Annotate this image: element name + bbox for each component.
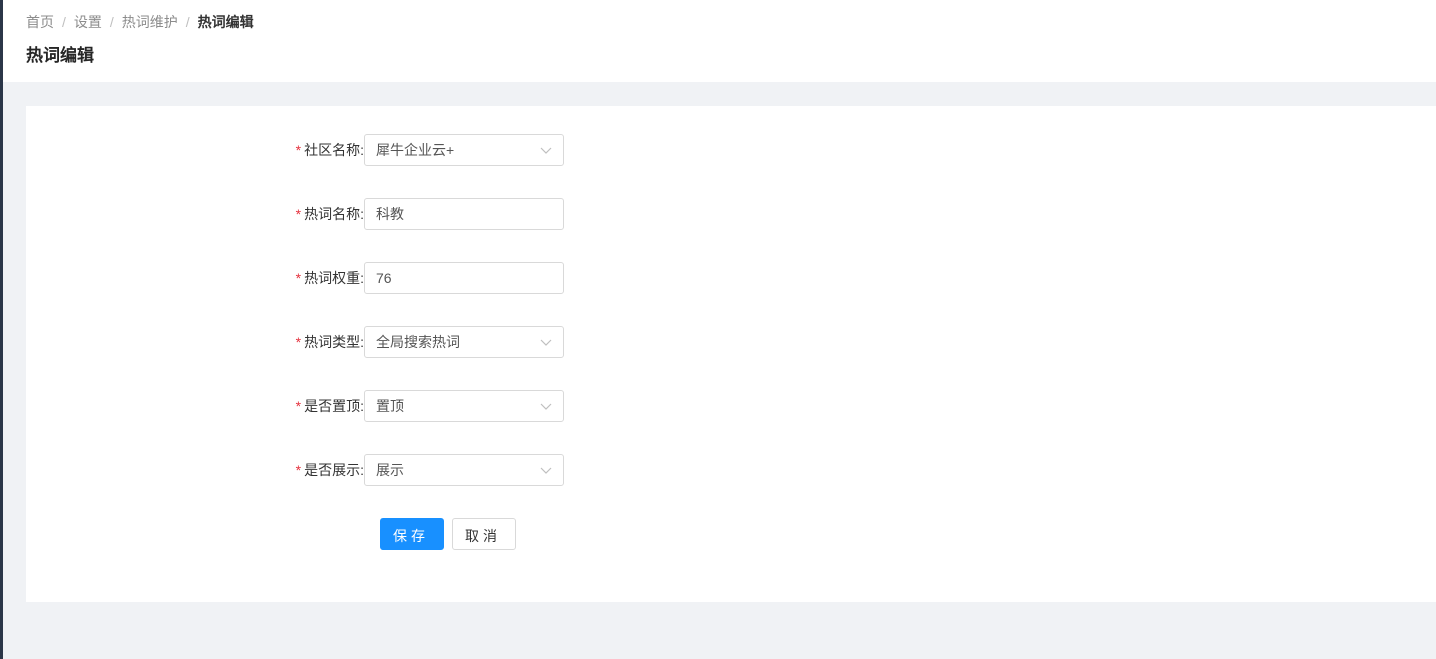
hotword-type-select-value: 全局搜索热词 (376, 334, 460, 350)
page-title: 热词编辑 (26, 46, 94, 65)
hotword-name-field-wrapper (364, 198, 564, 230)
breadcrumb-separator: / (185, 14, 190, 30)
chevron-down-icon (540, 147, 552, 154)
form-row-pinned: * 是否置顶: 置顶 (26, 390, 626, 422)
form-row-hotword-type: * 热词类型: 全局搜索热词 (26, 326, 626, 358)
breadcrumb-current: 热词编辑 (197, 14, 254, 30)
save-button[interactable]: 保存 (380, 518, 444, 550)
form-card: *社区名称: 犀牛企业云+ *热词名称: *热词权重: *热词类型: 全局搜索热… (26, 106, 1436, 602)
page-header: 首页 / 设置 / 热词维护 / 热词编辑 热词编辑 (3, 0, 1436, 82)
breadcrumb-settings[interactable]: 设置 (74, 14, 102, 30)
breadcrumb: 首页 / 设置 / 热词维护 / 热词编辑 (26, 12, 254, 32)
displayed-select[interactable]: 展示 (364, 454, 564, 486)
form-row-community: * 社区名称: 犀牛企业云+ (26, 134, 626, 166)
required-mark: * (295, 142, 302, 158)
breadcrumb-separator: / (109, 14, 114, 30)
hotword-type-select[interactable]: 全局搜索热词 (364, 326, 564, 358)
hotword-weight-field-wrapper (364, 262, 564, 294)
hotword-weight-label: * 热词权重: (295, 270, 364, 286)
hotword-weight-input[interactable] (365, 263, 563, 293)
left-sidebar-edge (0, 0, 3, 659)
pinned-select-value: 置顶 (376, 398, 404, 414)
required-mark: * (295, 206, 302, 222)
cancel-button[interactable]: 取消 (452, 518, 516, 550)
required-mark: * (295, 334, 302, 350)
chevron-down-icon (540, 403, 552, 410)
displayed-label: * 是否展示: (295, 462, 364, 478)
form-row-hotword-weight: * 热词权重: (26, 262, 626, 294)
breadcrumb-separator: / (62, 14, 66, 30)
form-row-displayed: * 是否展示: 展示 (26, 454, 626, 486)
chevron-down-icon (540, 467, 552, 474)
required-mark: * (295, 462, 302, 478)
community-select[interactable]: 犀牛企业云+ (364, 134, 564, 166)
hotword-type-label: * 热词类型: (295, 334, 364, 350)
community-label: * 社区名称: (295, 142, 364, 158)
pinned-label: * 是否置顶: (295, 398, 364, 414)
displayed-select-value: 展示 (376, 462, 404, 478)
required-mark: * (295, 398, 302, 414)
chevron-down-icon (540, 339, 552, 346)
hotword-name-label: * 热词名称: (295, 206, 364, 222)
form-row-hotword-name: * 热词名称: (26, 198, 626, 230)
hotword-name-input[interactable] (365, 199, 563, 229)
breadcrumb-hotword-maintenance[interactable]: 热词维护 (122, 14, 178, 30)
breadcrumb-home[interactable]: 首页 (26, 14, 54, 30)
pinned-select[interactable]: 置顶 (364, 390, 564, 422)
community-select-value: 犀牛企业云+ (376, 142, 455, 158)
required-mark: * (295, 270, 302, 286)
